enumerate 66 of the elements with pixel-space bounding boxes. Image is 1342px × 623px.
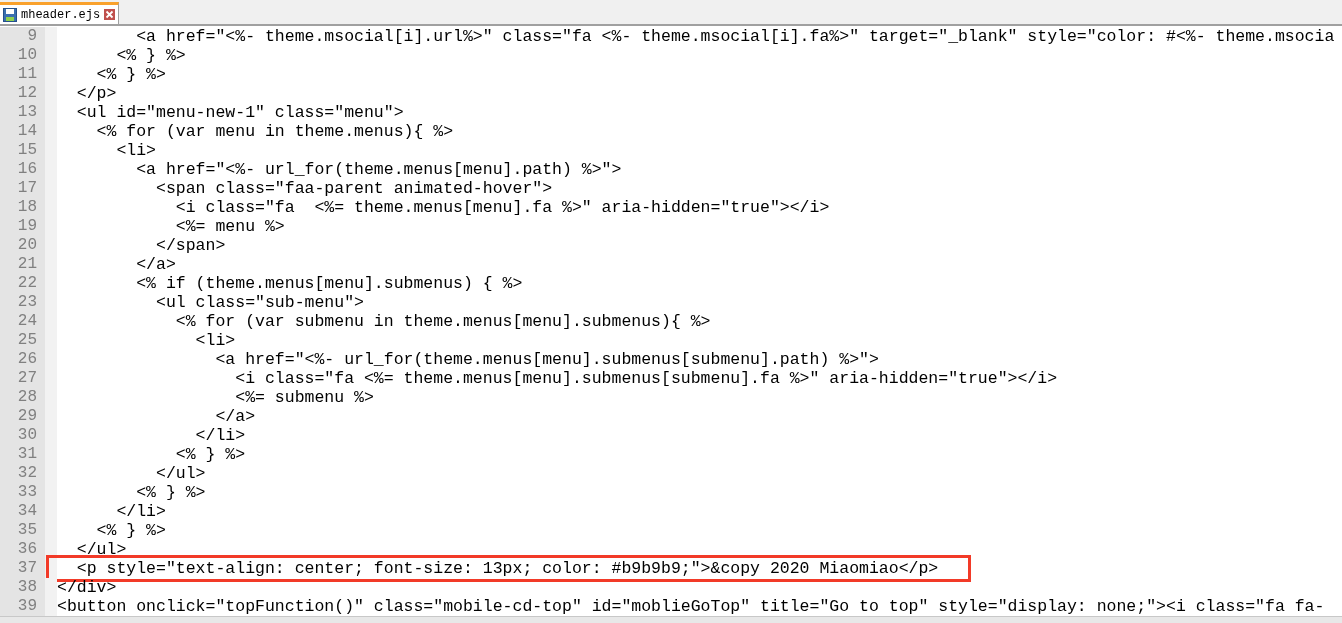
line-number: 18 — [0, 198, 57, 217]
code-line: </div> — [57, 578, 117, 597]
line-number: 25 — [0, 331, 57, 350]
line-number: 10 — [0, 46, 57, 65]
line-number: 31 — [0, 445, 57, 464]
code-line: <i class="fa <%= theme.menus[menu].fa %>" aria-hidden="true"></i> — [174, 198, 830, 217]
code-line: <% } %> — [95, 521, 166, 540]
code-line: <%= menu %> — [174, 217, 285, 236]
line-number: 39 — [0, 597, 57, 616]
code-line: </p> — [75, 84, 117, 103]
line-number: 23 — [0, 293, 57, 312]
code-line: <% for (var menu in theme.menus){ %> — [95, 122, 454, 141]
code-line: </ul> — [75, 540, 127, 559]
close-icon[interactable] — [104, 9, 116, 20]
code-line: <% } %> — [95, 65, 166, 84]
line-number: 14 — [0, 122, 57, 141]
line-number: 13 — [0, 103, 57, 122]
line-number: 27 — [0, 369, 57, 388]
code-line: <%= submenu %> — [234, 388, 374, 407]
line-number: 22 — [0, 274, 57, 293]
line-number: 32 — [0, 464, 57, 483]
code-line: <ul id="menu-new-1" class="menu"> — [75, 103, 404, 122]
code-line: </ul> — [155, 464, 206, 483]
code-line: <i class="fa <%= theme.menus[menu].submenus[submenu].fa %>" aria-hidden="true"></i> — [234, 369, 1058, 388]
line-number: 28 — [0, 388, 57, 407]
line-number: 19 — [0, 217, 57, 236]
code-line: </a> — [214, 407, 256, 426]
code-line: <% } %> — [174, 445, 246, 464]
line-number: 20 — [0, 236, 57, 255]
save-icon — [3, 7, 17, 22]
line-number: 34 — [0, 502, 57, 521]
code-line: </li> — [115, 502, 166, 521]
file-tab[interactable]: mheader.ejs — [0, 2, 120, 24]
line-number: 37 — [0, 559, 57, 578]
code-line: <li> — [194, 331, 236, 350]
line-number: 9 — [0, 27, 57, 46]
line-number: 16 — [0, 160, 57, 179]
line-number: 21 — [0, 255, 57, 274]
line-number: 17 — [0, 179, 57, 198]
line-number: 12 — [0, 84, 57, 103]
code-line: <a href="<%- url_for(theme.menus[menu].submenus[submenu].path) %>"> — [214, 350, 879, 369]
line-number: 24 — [0, 312, 57, 331]
line-number: 26 — [0, 350, 57, 369]
line-number: 29 — [0, 407, 57, 426]
line-number: 15 — [0, 141, 57, 160]
code-line: <li> — [115, 141, 157, 160]
line-number: 30 — [0, 426, 57, 445]
code-line: <ul class="sub-menu"> — [155, 293, 364, 312]
code-line: <% } %> — [115, 46, 186, 65]
line-number: 33 — [0, 483, 57, 502]
code-line: <span class="faa-parent animated-hover"> — [155, 179, 553, 198]
code-line: <% if (theme.menus[menu].submenus) { %> — [135, 274, 523, 293]
line-number: 11 — [0, 65, 57, 84]
horizontal-scrollbar[interactable] — [0, 616, 1342, 623]
code-line: </span> — [155, 236, 226, 255]
code-line: </a> — [135, 255, 176, 274]
code-line: <% for (var submenu in theme.menus[menu].submenus){ %> — [174, 312, 711, 331]
code-line: <button onclick="topFunction()" class="mobile-cd-top" id="moblieGoTop" title="Go to top" style="display: none;"><i class="fa fa- — [57, 597, 1325, 616]
tab-label: mheader.ejs — [21, 7, 101, 22]
code-line: </li> — [194, 426, 246, 445]
code-line: <% } %> — [135, 483, 206, 502]
line-number: 36 — [0, 540, 57, 559]
code-line: <a href="<%- url_for(theme.menus[menu].path) %>"> — [135, 160, 622, 179]
line-number: 38 — [0, 578, 57, 597]
line-number: 35 — [0, 521, 57, 540]
code-line: <a href="<%- theme.msocial[i].url%>" class="fa <%- theme.msocial[i].fa%>" target="_blank" style="color: #<%- theme.msocia — [135, 27, 1335, 46]
